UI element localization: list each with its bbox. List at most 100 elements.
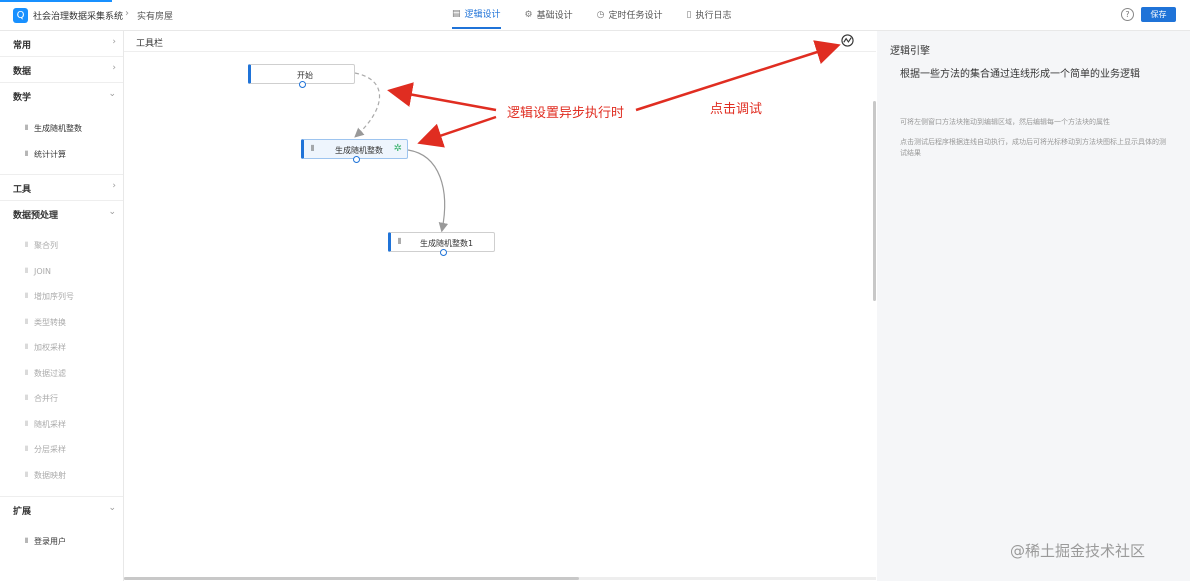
node-label: 开始 bbox=[297, 71, 313, 80]
node-output-port[interactable] bbox=[353, 156, 360, 163]
method-item[interactable]: ⫴ 随机采样 bbox=[25, 416, 66, 432]
method-label: 增加序列号 bbox=[33, 291, 74, 301]
method-icon: ⫴ bbox=[25, 291, 28, 300]
save-button[interactable]: 保存 bbox=[1141, 7, 1176, 22]
annotation-async: 逻辑设置异步执行时 bbox=[507, 106, 625, 121]
category-label: 常用 bbox=[13, 41, 32, 51]
panel-note: 可将左侧窗口方法块拖动到编辑区域，然后编辑每一个方法块的属性 bbox=[900, 118, 1110, 126]
method-icon: ⫴ bbox=[25, 240, 28, 249]
running-spinner-icon: ✲ bbox=[393, 143, 402, 154]
category-label: 扩展 bbox=[13, 507, 32, 517]
vertical-scrollbar[interactable] bbox=[873, 101, 876, 301]
method-item[interactable]: ⫴ 聚合列 bbox=[25, 237, 58, 253]
method-item[interactable]: ⫴ 分层采样 bbox=[25, 441, 66, 457]
method-icon: ⫴ bbox=[25, 444, 28, 453]
method-item-login-user[interactable]: ⫴ 登录用户 bbox=[25, 533, 66, 549]
node-label: 生成随机整数 bbox=[335, 146, 383, 155]
tab-label: 逻辑设计 bbox=[464, 10, 501, 20]
method-label: 合并行 bbox=[33, 393, 58, 403]
method-icon: ⫴ bbox=[25, 536, 28, 545]
toolbar-divider bbox=[124, 51, 876, 52]
info-panel: 逻辑引擎 根据一些方法的集合通过连线形成一个简单的业务逻辑 可将左侧窗口方法块拖… bbox=[877, 31, 1190, 581]
category-math[interactable]: 数学 ⌄ bbox=[0, 83, 123, 108]
method-label: 数据映射 bbox=[33, 470, 66, 480]
breadcrumb[interactable]: 实有房屋 bbox=[137, 9, 173, 22]
node-random-int-1[interactable]: ⫴ 生成随机整数1 bbox=[388, 232, 495, 256]
method-label: 生成随机整数 bbox=[33, 123, 82, 133]
debug-icon[interactable] bbox=[841, 34, 854, 47]
method-item[interactable]: ⫴ 增加序列号 bbox=[25, 288, 74, 304]
chevron-down-icon: ⌄ bbox=[108, 503, 116, 513]
method-item-random-int[interactable]: ⫴ 生成随机整数 bbox=[25, 120, 82, 136]
app-logo-icon: Q bbox=[13, 8, 28, 23]
chevron-right-icon: › bbox=[112, 181, 116, 191]
tab-label: 基础设计 bbox=[536, 11, 573, 21]
node-start[interactable]: 开始 bbox=[248, 64, 355, 88]
method-icon: ⫴ bbox=[25, 393, 28, 402]
category-preprocess[interactable]: 数据预处理 ⌄ bbox=[0, 201, 123, 226]
tab-execution-log[interactable]: ▯ 执行日志 bbox=[687, 0, 732, 29]
method-label: 登录用户 bbox=[33, 536, 66, 546]
annotation-debug: 点击调试 bbox=[710, 102, 763, 117]
category-extension[interactable]: 扩展 ⌄ bbox=[0, 496, 123, 522]
app-title[interactable]: 社会治理数据采集系统 bbox=[33, 9, 123, 22]
node-random-int[interactable]: ⫴ 生成随机整数 ✲ bbox=[301, 139, 408, 163]
method-item[interactable]: ⫴ 数据过滤 bbox=[25, 365, 66, 381]
category-common[interactable]: 常用 › bbox=[0, 31, 123, 57]
top-bar: Q 社会治理数据采集系统 › 实有房屋 ▤ 逻辑设计 ⚙ 基础设计 ◷ 定时任务… bbox=[0, 0, 1190, 31]
chevron-right-icon: › bbox=[112, 63, 116, 73]
tab-scheduled-task[interactable]: ◷ 定时任务设计 bbox=[597, 0, 663, 29]
method-item-statistics[interactable]: ⫴ 统计计算 bbox=[25, 146, 66, 162]
method-icon: ⫴ bbox=[398, 237, 402, 246]
method-icon: ⫴ bbox=[25, 317, 28, 326]
method-icon: ⫴ bbox=[25, 419, 28, 428]
method-label: 数据过滤 bbox=[33, 368, 66, 378]
top-accent-line bbox=[0, 0, 112, 2]
chevron-right-icon: › bbox=[112, 37, 116, 47]
method-item[interactable]: ⫴ 合并行 bbox=[25, 390, 58, 406]
horizontal-scrollbar[interactable] bbox=[124, 577, 876, 580]
panel-description: 根据一些方法的集合通过连线形成一个简单的业务逻辑 bbox=[900, 69, 1140, 80]
node-label: 生成随机整数1 bbox=[420, 239, 474, 248]
category-tools[interactable]: 工具 › bbox=[0, 174, 123, 201]
chevron-down-icon: ⌄ bbox=[108, 89, 116, 99]
node-output-port[interactable] bbox=[440, 249, 447, 256]
gear-icon: ⚙ bbox=[524, 9, 533, 20]
tab-bar: ▤ 逻辑设计 ⚙ 基础设计 ◷ 定时任务设计 ▯ 执行日志 bbox=[452, 0, 755, 30]
method-item[interactable]: ⫴ JOIN bbox=[25, 263, 51, 279]
method-icon: ⫴ bbox=[25, 149, 28, 158]
tab-label: 执行日志 bbox=[695, 11, 732, 21]
help-icon[interactable]: ? bbox=[1121, 8, 1134, 21]
method-label: 统计计算 bbox=[33, 149, 66, 159]
method-label: 随机采样 bbox=[33, 419, 66, 429]
tab-basic-design[interactable]: ⚙ 基础设计 bbox=[525, 0, 573, 29]
clock-icon: ◷ bbox=[596, 9, 605, 20]
category-label: 数据预处理 bbox=[13, 211, 59, 221]
method-label: 加权采样 bbox=[33, 342, 66, 352]
tab-logic-design[interactable]: ▤ 逻辑设计 bbox=[452, 0, 501, 29]
method-label: JOIN bbox=[33, 266, 51, 276]
method-item[interactable]: ⫴ 数据映射 bbox=[25, 467, 66, 483]
scrollbar-thumb[interactable] bbox=[124, 577, 579, 580]
breadcrumb-chevron-icon: › bbox=[125, 8, 129, 19]
method-label: 类型转换 bbox=[33, 317, 66, 327]
method-label: 聚合列 bbox=[33, 240, 58, 250]
panel-title: 逻辑引擎 bbox=[890, 46, 930, 57]
category-label: 数学 bbox=[13, 93, 32, 103]
method-icon: ⫴ bbox=[25, 368, 28, 377]
logic-canvas[interactable]: 工具栏 bbox=[124, 31, 876, 581]
method-icon: ⫴ bbox=[25, 123, 28, 132]
method-item[interactable]: ⫴ 类型转换 bbox=[25, 314, 66, 330]
watermark: @稀土掘金技术社区 bbox=[1010, 542, 1146, 560]
method-icon: ⫴ bbox=[25, 342, 28, 351]
method-sidebar: 常用 › 数据 › 数学 ⌄ ⫴ 生成随机整数 ⫴ 统计计算 工具 › 数据预处… bbox=[0, 31, 124, 581]
method-icon: ⫴ bbox=[25, 470, 28, 479]
method-label: 分层采样 bbox=[33, 444, 66, 454]
tab-label: 定时任务设计 bbox=[608, 11, 663, 21]
design-icon: ▤ bbox=[452, 8, 461, 19]
category-label: 工具 bbox=[13, 185, 32, 195]
node-output-port[interactable] bbox=[299, 81, 306, 88]
toolbar-label: 工具栏 bbox=[136, 39, 164, 49]
method-item[interactable]: ⫴ 加权采样 bbox=[25, 339, 66, 355]
category-data[interactable]: 数据 › bbox=[0, 57, 123, 83]
